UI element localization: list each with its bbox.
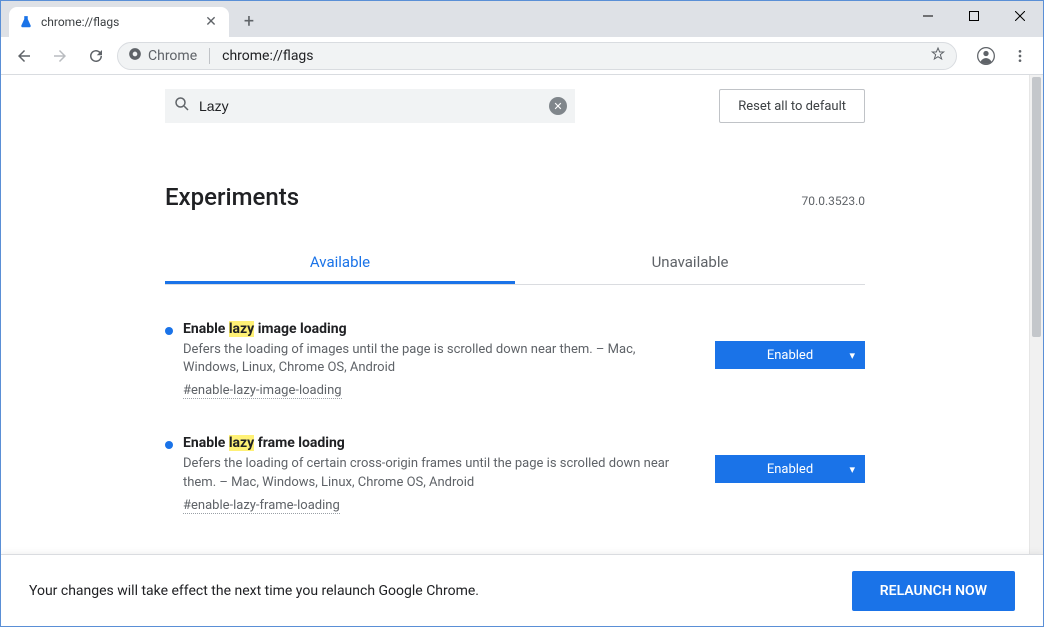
titlebar: chrome://flags ✕ +: [1, 1, 1043, 37]
profile-icon[interactable]: [971, 41, 1001, 71]
page-content: ✕ Reset all to default Experiments 70.0.…: [1, 75, 1043, 626]
flag-dot-icon: [165, 441, 173, 449]
search-icon: [173, 95, 191, 117]
star-icon[interactable]: [930, 46, 946, 66]
flags-search-box[interactable]: ✕: [165, 89, 575, 123]
page-title: Experiments: [165, 183, 299, 211]
flask-icon: [19, 15, 33, 29]
url-scheme-label: Chrome: [148, 48, 197, 64]
clear-search-icon[interactable]: ✕: [549, 97, 567, 115]
new-tab-button[interactable]: +: [235, 7, 263, 35]
flag-title: Enable lazy frame loading: [183, 435, 691, 451]
tab-unavailable[interactable]: Unavailable: [515, 243, 865, 284]
close-window-button[interactable]: [997, 1, 1043, 31]
flag-state-select[interactable]: Enabled: [715, 341, 865, 369]
flag-item: Enable lazy frame loading Defers the loa…: [165, 435, 865, 513]
window-controls: [905, 1, 1043, 37]
search-input[interactable]: [199, 98, 541, 114]
version-label: 70.0.3523.0: [802, 194, 865, 208]
scrollbar-thumb[interactable]: [1032, 77, 1041, 337]
browser-toolbar: Chrome chrome://flags: [1, 37, 1043, 75]
flag-description: Defers the loading of certain cross-orig…: [183, 455, 691, 491]
relaunch-message: Your changes will take effect the next t…: [29, 583, 479, 599]
tab-available[interactable]: Available: [165, 243, 515, 284]
url-text: chrome://flags: [222, 48, 313, 64]
menu-icon[interactable]: [1005, 41, 1035, 71]
flag-item: Enable lazy image loading Defers the loa…: [165, 321, 865, 399]
browser-tab[interactable]: chrome://flags ✕: [9, 7, 229, 37]
maximize-button[interactable]: [951, 1, 997, 31]
flag-hash-link[interactable]: #enable-lazy-frame-loading: [183, 498, 340, 514]
relaunch-bar: Your changes will take effect the next t…: [1, 554, 1043, 626]
forward-button[interactable]: [45, 41, 75, 71]
reload-button[interactable]: [81, 41, 111, 71]
minimize-button[interactable]: [905, 1, 951, 31]
flag-title: Enable lazy image loading: [183, 321, 691, 337]
tab-title: chrome://flags: [41, 15, 195, 29]
close-tab-icon[interactable]: ✕: [203, 14, 219, 30]
flag-dot-icon: [165, 327, 173, 335]
url-separator: [209, 48, 210, 64]
flag-state-select[interactable]: Enabled: [715, 455, 865, 483]
reset-all-button[interactable]: Reset all to default: [719, 89, 865, 123]
vertical-scrollbar[interactable]: ▴: [1029, 75, 1043, 554]
flag-hash-link[interactable]: #enable-lazy-image-loading: [183, 383, 342, 399]
relaunch-button[interactable]: RELAUNCH NOW: [852, 571, 1015, 611]
chrome-icon: [128, 47, 142, 65]
flag-description: Defers the loading of images until the p…: [183, 341, 691, 377]
address-bar[interactable]: Chrome chrome://flags: [117, 42, 957, 70]
back-button[interactable]: [9, 41, 39, 71]
